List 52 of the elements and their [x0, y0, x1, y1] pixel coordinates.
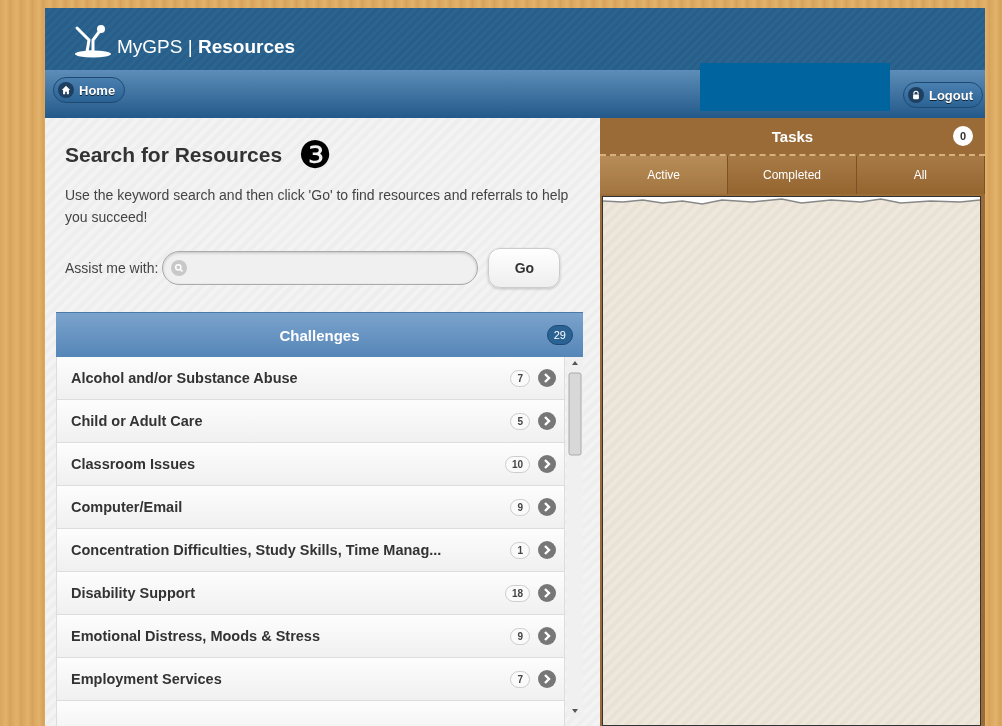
count-badge: 5: [510, 412, 530, 430]
count-badge: 10: [504, 455, 530, 473]
challenge-item[interactable]: Computer/Email 9: [56, 486, 565, 529]
chevron-right-icon: [538, 498, 556, 516]
challenge-label: Child or Adult Care: [71, 413, 204, 429]
challenge-item[interactable]: Alcohol and/or Substance Abuse 7: [56, 357, 565, 400]
count-badge: 7: [510, 670, 530, 688]
task-tab[interactable]: Active: [600, 156, 729, 194]
challenge-label: Employment Services: [71, 671, 223, 687]
challenge-item[interactable]: Disability Support 18: [56, 572, 565, 615]
count-badge: 9: [510, 627, 530, 645]
home-button[interactable]: Home: [53, 77, 126, 103]
challenge-label: Concentration Difficulties, Study Skills, Time Manag...: [71, 542, 443, 558]
challenge-item[interactable]: Emotional Distress, Moods & Stress 9: [56, 615, 565, 658]
chevron-right-icon: [538, 627, 556, 645]
page-heading: Search for Resources: [65, 143, 283, 167]
count-badge: 29: [546, 325, 573, 345]
app-title: MyGPS | Resources: [117, 36, 296, 58]
challenge-item[interactable]: Child or Adult Care 5: [56, 400, 565, 443]
home-icon: [58, 82, 74, 98]
task-tab[interactable]: Completed: [728, 156, 857, 194]
search-icon: [171, 260, 188, 276]
count-badge: 0: [953, 126, 973, 146]
challenge-label: Computer/Email: [71, 499, 184, 515]
field-label: Assist me with:: [65, 260, 159, 276]
challenge-item[interactable]: Concentration Difficulties, Study Skills, Time Manag... 1: [56, 529, 565, 572]
challenges-title: Challenges: [279, 326, 360, 344]
tasks-title: Tasks: [771, 127, 814, 145]
chevron-right-icon: [538, 670, 556, 688]
challenge-item[interactable]: Employment Services 7: [56, 658, 565, 701]
go-button[interactable]: Go: [488, 248, 561, 288]
count-badge: 7: [510, 369, 530, 387]
description-text: Use the keyword search and then click 'Go' to find resources and referrals to help you succeed!: [65, 186, 570, 227]
challenge-label: Emotional Distress, Moods & Stress: [71, 628, 321, 644]
chevron-right-icon: [538, 369, 556, 387]
chevron-right-icon: [538, 455, 556, 473]
task-tab[interactable]: All: [856, 156, 985, 194]
challenge-label: Disability Support: [71, 585, 197, 601]
count-badge: 9: [510, 498, 530, 516]
step-marker: ❸: [298, 136, 333, 174]
logout-button[interactable]: Logout: [902, 82, 983, 108]
challenge-label: Classroom Issues: [71, 456, 197, 472]
chevron-right-icon: [538, 541, 556, 559]
count-badge: 18: [504, 584, 530, 602]
count-badge: 1: [510, 541, 530, 559]
search-field[interactable]: [162, 251, 479, 285]
challenge-label: Alcohol and/or Substance Abuse: [71, 370, 299, 386]
chevron-right-icon: [538, 584, 556, 602]
chevron-right-icon: [538, 412, 556, 430]
lock-icon: [907, 87, 924, 103]
figure-logo-icon: [73, 24, 113, 58]
challenge-item[interactable]: Classroom Issues 10: [56, 443, 565, 486]
